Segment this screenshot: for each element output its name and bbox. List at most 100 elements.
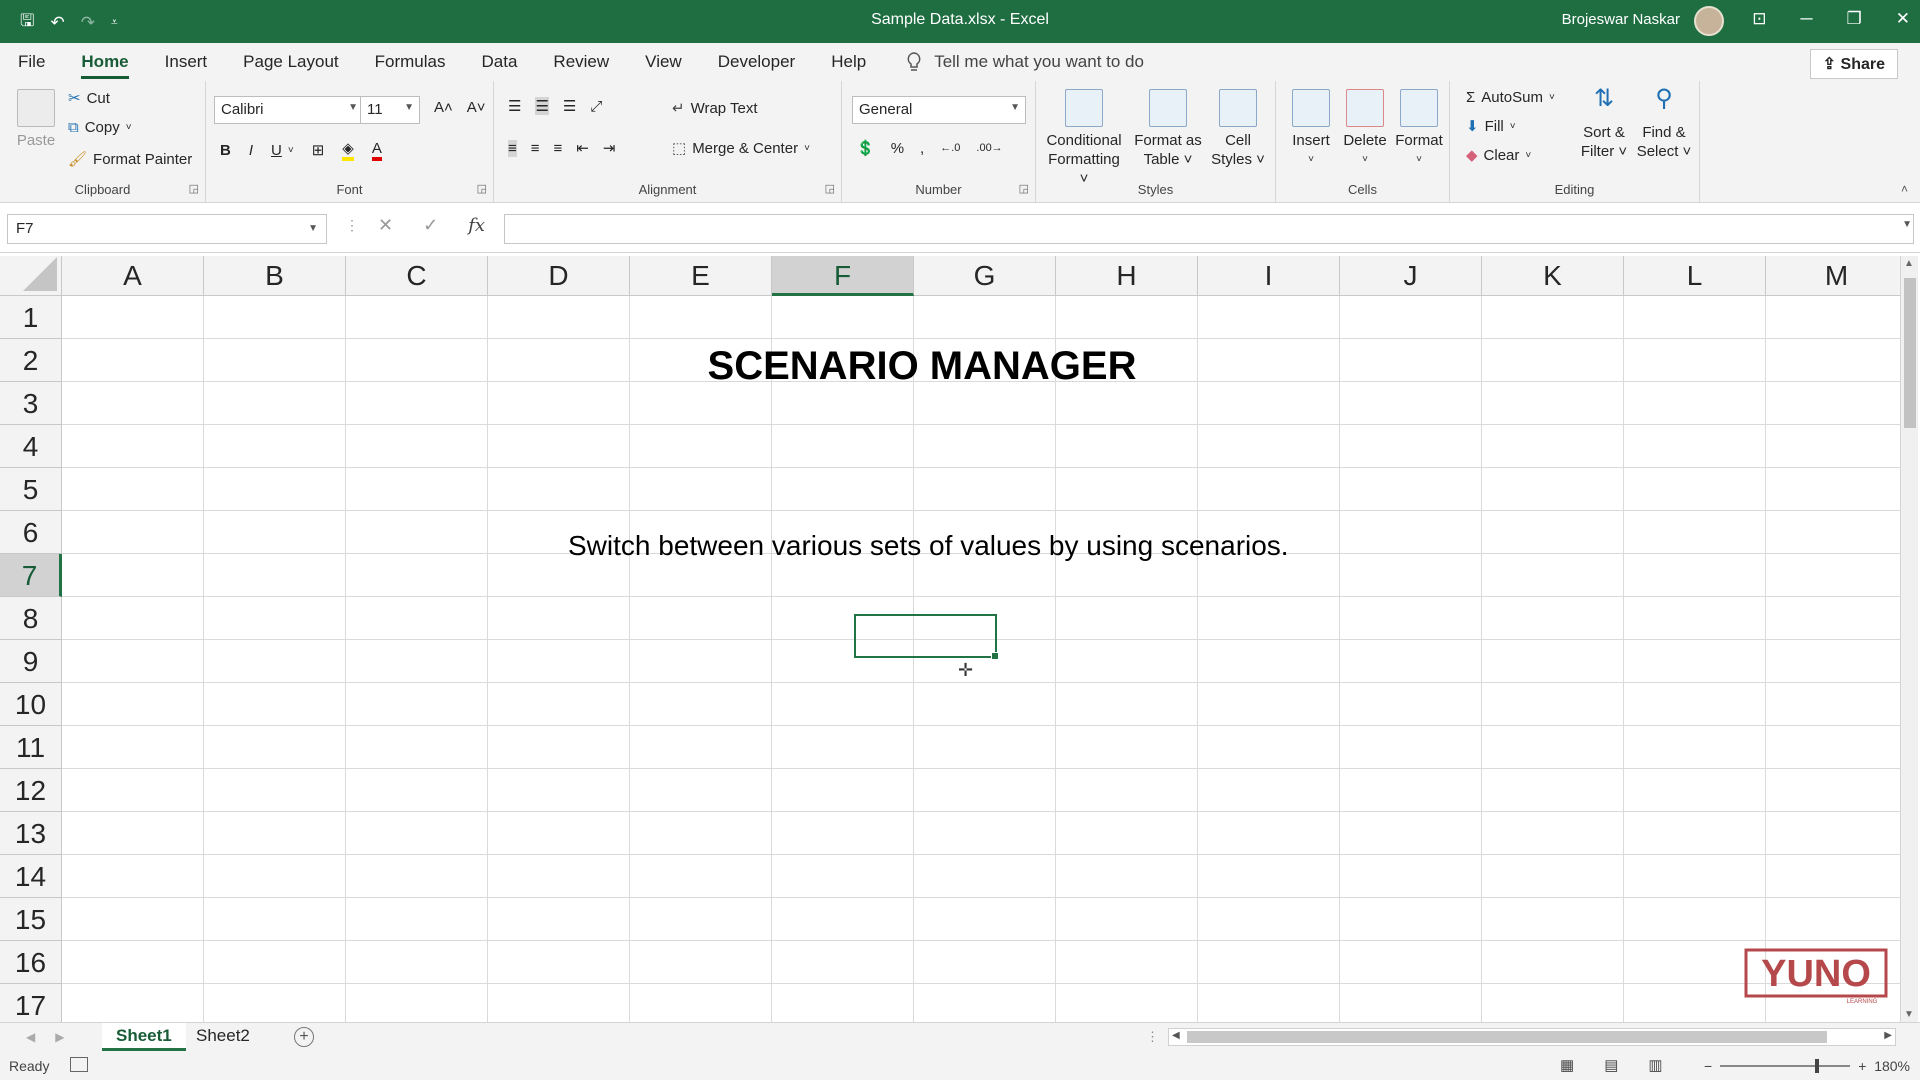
tab-file[interactable]: File	[0, 43, 63, 81]
macro-record-icon[interactable]	[70, 1057, 88, 1072]
collapse-ribbon-icon[interactable]: ˄	[1901, 182, 1908, 196]
share-button[interactable]: ⇪ Share	[1809, 49, 1898, 79]
row-header-1[interactable]: 1	[0, 296, 62, 339]
copy-button[interactable]: ⧉ Copy ˅	[68, 119, 132, 136]
row-header-8[interactable]: 8	[0, 597, 62, 640]
cancel-icon[interactable]: ✕	[378, 215, 393, 236]
dialog-launcher-icon[interactable]: ◲	[477, 182, 487, 195]
sheet-tab-sheet1[interactable]: Sheet1	[102, 1023, 186, 1051]
ribbon-display-icon[interactable]: ⊡	[1752, 9, 1766, 29]
column-header-j[interactable]: J	[1340, 256, 1482, 296]
wrap-text-button[interactable]: ↵ Wrap Text	[672, 99, 758, 118]
delete-cells-button[interactable]: Delete ˅	[1338, 89, 1392, 169]
scroll-right-icon[interactable]: ▶	[1884, 1030, 1892, 1041]
number-format-select[interactable]: General ▼	[852, 96, 1026, 124]
add-sheet-icon[interactable]: +	[294, 1027, 314, 1047]
row-header-10[interactable]: 10	[0, 683, 62, 726]
column-header-h[interactable]: H	[1056, 256, 1198, 296]
column-header-e[interactable]: E	[630, 256, 772, 296]
zoom-out-icon[interactable]: −	[1704, 1058, 1712, 1074]
row-header-17[interactable]: 17	[0, 984, 62, 1022]
increase-decimal-button[interactable]: ←.0	[940, 142, 960, 154]
fill-button[interactable]: ⬇ Fill ˅	[1466, 117, 1516, 136]
column-header-l[interactable]: L	[1624, 256, 1766, 296]
cell-gridlines[interactable]: SCENARIO MANAGER Switch between various …	[62, 296, 1900, 1022]
paste-button[interactable]: Paste	[14, 89, 58, 150]
horizontal-scroll-thumb[interactable]	[1187, 1031, 1827, 1043]
tab-review[interactable]: Review	[535, 43, 627, 81]
shrink-font-button[interactable]: A˅	[467, 99, 486, 116]
cell-d5-text[interactable]: Switch between various sets of values by…	[568, 530, 1289, 562]
comma-button[interactable]: ,	[920, 140, 924, 157]
align-top-icon[interactable]: ☰	[508, 97, 521, 115]
cell-d1-title[interactable]: SCENARIO MANAGER	[62, 344, 1782, 389]
grow-font-button[interactable]: A˄	[434, 99, 453, 116]
user-name[interactable]: Brojeswar Naskar	[1562, 11, 1680, 28]
dialog-launcher-icon[interactable]: ◲	[189, 182, 199, 195]
page-break-view-icon[interactable]: ▥	[1648, 1056, 1662, 1074]
prev-sheet-icon[interactable]: ◀	[26, 1030, 35, 1044]
next-sheet-icon[interactable]: ▶	[55, 1030, 64, 1044]
column-header-k[interactable]: K	[1482, 256, 1624, 296]
bold-button[interactable]: B	[220, 142, 231, 159]
row-header-11[interactable]: 11	[0, 726, 62, 769]
align-bottom-icon[interactable]: ☰	[563, 97, 576, 115]
vertical-scroll-thumb[interactable]	[1904, 278, 1916, 428]
insert-cells-button[interactable]: Insert ˅	[1286, 89, 1336, 169]
underline-button[interactable]: U	[271, 142, 282, 159]
cell-styles-button[interactable]: Cell Styles ˅	[1208, 89, 1268, 169]
row-header-16[interactable]: 16	[0, 941, 62, 984]
merge-center-button[interactable]: ⬚ Merge & Center ˅	[672, 139, 810, 158]
zoom-level[interactable]: 180%	[1874, 1058, 1910, 1074]
decrease-decimal-button[interactable]: .00→	[976, 142, 1002, 154]
tab-data[interactable]: Data	[464, 43, 536, 81]
orientation-icon[interactable]: ⤢	[590, 98, 602, 115]
select-all-button[interactable]	[0, 256, 62, 296]
decrease-indent-icon[interactable]: ⇤	[576, 139, 589, 157]
italic-button[interactable]: I	[249, 142, 253, 159]
cut-button[interactable]: ✂ Cut	[68, 89, 110, 108]
currency-icon[interactable]: 💲	[856, 139, 875, 157]
row-header-5[interactable]: 5	[0, 468, 62, 511]
row-header-9[interactable]: 9	[0, 640, 62, 683]
scroll-down-icon[interactable]: ▼	[1904, 1009, 1914, 1020]
zoom-in-icon[interactable]: +	[1858, 1058, 1866, 1074]
tab-page-layout[interactable]: Page Layout	[225, 43, 356, 81]
borders-icon[interactable]: ⊞	[312, 141, 325, 159]
conditional-formatting-button[interactable]: Conditional Formatting ˅	[1042, 89, 1126, 188]
row-header-2[interactable]: 2	[0, 339, 62, 382]
font-size-select[interactable]: 11 ▼	[360, 96, 420, 124]
minimize-button[interactable]: ─	[1800, 9, 1812, 29]
font-name-select[interactable]: Calibri ▼	[214, 96, 364, 124]
scroll-left-icon[interactable]: ◀	[1172, 1030, 1180, 1041]
tab-formulas[interactable]: Formulas	[357, 43, 464, 81]
dialog-launcher-icon[interactable]: ◲	[1019, 182, 1029, 195]
row-header-6[interactable]: 6	[0, 511, 62, 554]
row-header-3[interactable]: 3	[0, 382, 62, 425]
column-header-c[interactable]: C	[346, 256, 488, 296]
zoom-slider-knob[interactable]	[1815, 1059, 1820, 1073]
name-box[interactable]: F7 ▼	[7, 214, 327, 244]
autosum-button[interactable]: Σ AutoSum ˅	[1466, 89, 1555, 106]
format-painter-button[interactable]: 🖌 Format Painter	[68, 150, 192, 169]
align-right-icon[interactable]: ≡	[554, 140, 563, 157]
horizontal-scrollbar[interactable]: ◀ ▶	[1168, 1028, 1896, 1046]
zoom-slider[interactable]	[1720, 1059, 1851, 1073]
column-header-a[interactable]: A	[62, 256, 204, 296]
row-header-15[interactable]: 15	[0, 898, 62, 941]
align-center-icon[interactable]: ≡	[531, 140, 540, 157]
column-header-i[interactable]: I	[1198, 256, 1340, 296]
sort-filter-button[interactable]: ⇅ Sort & Filter ˅	[1576, 87, 1632, 161]
row-header-4[interactable]: 4	[0, 425, 62, 468]
scroll-up-icon[interactable]: ▲	[1904, 258, 1914, 269]
tell-me-box[interactable]: Tell me what you want to do	[906, 52, 1144, 72]
tab-developer[interactable]: Developer	[700, 43, 814, 81]
tab-split-icon[interactable]: ⋮	[1146, 1029, 1159, 1045]
tab-insert[interactable]: Insert	[147, 43, 226, 81]
vertical-scrollbar[interactable]: ▲ ▼	[1900, 256, 1918, 1022]
row-header-12[interactable]: 12	[0, 769, 62, 812]
enter-icon[interactable]: ✓	[423, 215, 438, 236]
format-cells-button[interactable]: Format ˅	[1392, 89, 1446, 169]
page-layout-view-icon[interactable]: ▤	[1604, 1056, 1618, 1074]
restore-button[interactable]: ❐	[1847, 9, 1862, 29]
